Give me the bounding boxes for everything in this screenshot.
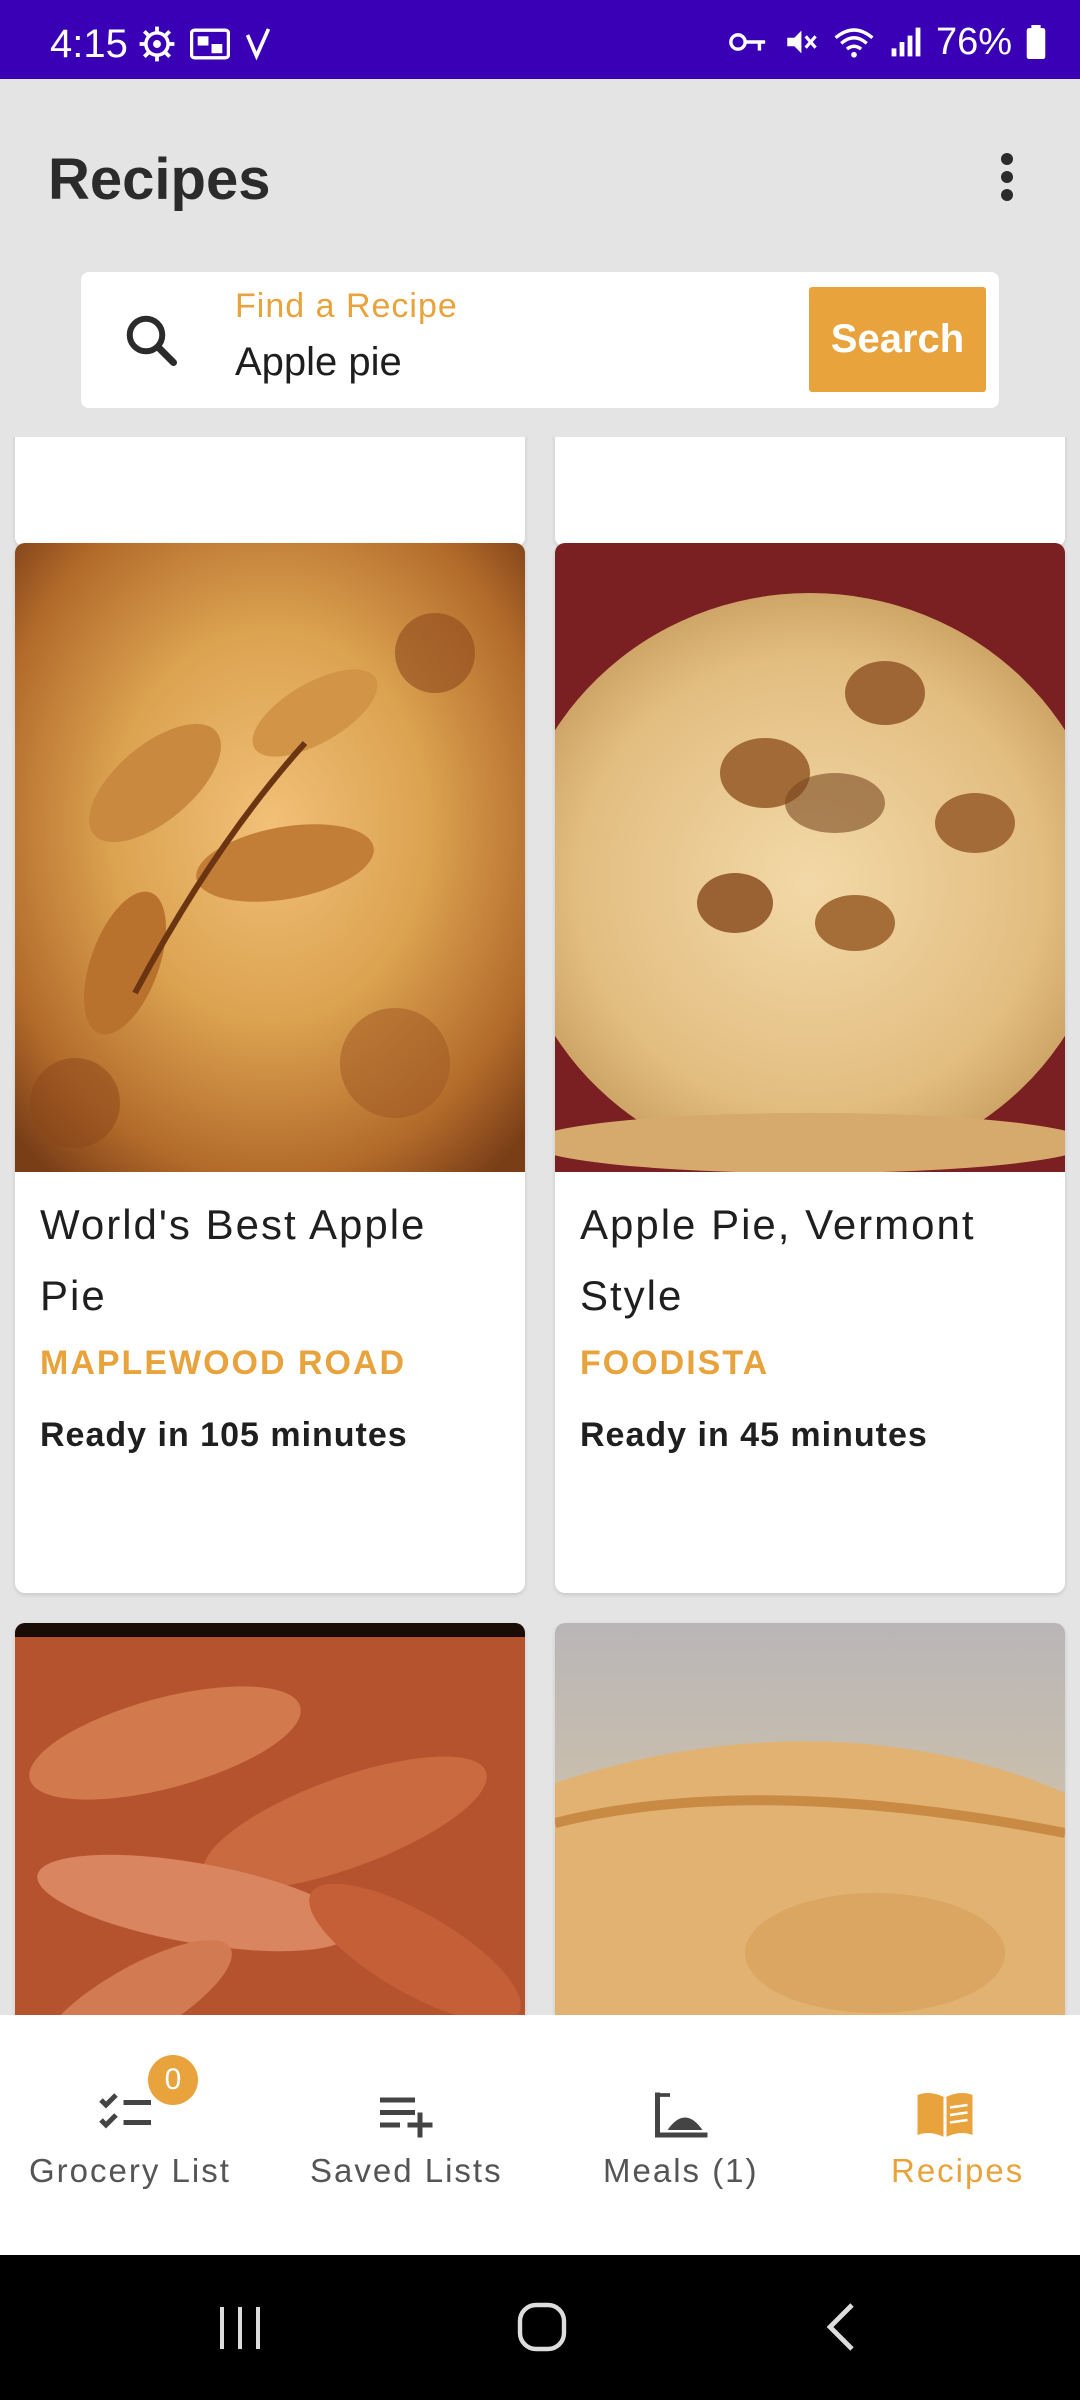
- recipe-title: World's Best Apple Pie: [40, 1201, 427, 1319]
- signal-check-icon: [245, 28, 271, 61]
- settings-icon: [139, 26, 175, 62]
- search-icon: [126, 315, 177, 366]
- recipe-source: FOODISTA: [580, 1344, 770, 1382]
- search-input[interactable]: [235, 334, 815, 390]
- recipe-image: [555, 543, 1065, 1172]
- wifi-icon: [834, 28, 874, 58]
- search-bar: Find a Recipe Search: [81, 272, 999, 408]
- nav-meals[interactable]: Meals (1): [540, 2015, 810, 2255]
- meal-icon: [655, 2092, 708, 2138]
- vpn-key-icon: [729, 33, 766, 51]
- book-icon: [917, 2093, 973, 2138]
- nav-saved-lists[interactable]: Saved Lists: [270, 2015, 540, 2255]
- nav-label: Meals (1): [603, 2152, 759, 2189]
- nav-label: Recipes: [891, 2152, 1025, 2189]
- cell-signal-icon: [891, 27, 921, 57]
- recipe-card[interactable]: Apple Pie, Vermont Style FOODISTA Ready …: [555, 543, 1065, 1593]
- playlist-add-icon: [380, 2097, 433, 2138]
- recipe-ready-time: Ready in 105 minutes: [40, 1416, 408, 1454]
- recipe-card-partial[interactable]: [15, 437, 525, 547]
- recipe-grid: World's Best Apple Pie MAPLEWOOD ROAD Re…: [0, 437, 1080, 2015]
- recipe-card[interactable]: World's Best Apple Pie MAPLEWOOD ROAD Re…: [15, 543, 525, 1593]
- nav-label: Saved Lists: [310, 2152, 503, 2189]
- recipe-source: MAPLEWOOD ROAD: [40, 1344, 407, 1382]
- page-title: Recipes: [48, 147, 271, 212]
- grocery-count-badge: 0: [148, 2055, 198, 2105]
- back-icon[interactable]: [822, 2299, 862, 2355]
- bottom-navigation: 0 Grocery List Saved Lists Meals (1) Rec…: [0, 2015, 1080, 2255]
- recipe-card-partial[interactable]: [555, 1623, 1065, 2015]
- nav-label: Grocery List: [29, 2152, 231, 2189]
- battery-icon: [1026, 25, 1046, 59]
- status-bar: 4:15 76%: [0, 0, 1080, 79]
- search-button[interactable]: Search: [809, 287, 986, 392]
- search-label: Find a Recipe: [235, 287, 458, 325]
- recipe-image: [15, 543, 525, 1172]
- checklist-icon: [99, 2093, 151, 2129]
- recipe-title: Apple Pie, Vermont Style: [580, 1201, 976, 1319]
- home-icon[interactable]: [514, 2299, 570, 2355]
- recent-apps-icon[interactable]: [210, 2301, 270, 2355]
- sim-icon: [190, 28, 230, 60]
- battery-percent: 76%: [935, 21, 1012, 63]
- status-time: 4:15: [50, 22, 128, 66]
- recipe-image: [15, 1623, 525, 2015]
- app-bar: Recipes Find a Recipe Search: [0, 79, 1080, 439]
- more-options-icon[interactable]: [985, 147, 1029, 207]
- recipe-card-partial[interactable]: [15, 1623, 525, 2015]
- recipe-image: [555, 1623, 1065, 2015]
- nav-recipes[interactable]: Recipes: [810, 2015, 1080, 2255]
- recipe-card-partial[interactable]: [555, 437, 1065, 547]
- recipe-ready-time: Ready in 45 minutes: [580, 1416, 928, 1454]
- system-navigation-bar: [0, 2255, 1080, 2400]
- nav-grocery-list[interactable]: 0 Grocery List: [0, 2015, 252, 2255]
- mute-icon: [787, 30, 817, 54]
